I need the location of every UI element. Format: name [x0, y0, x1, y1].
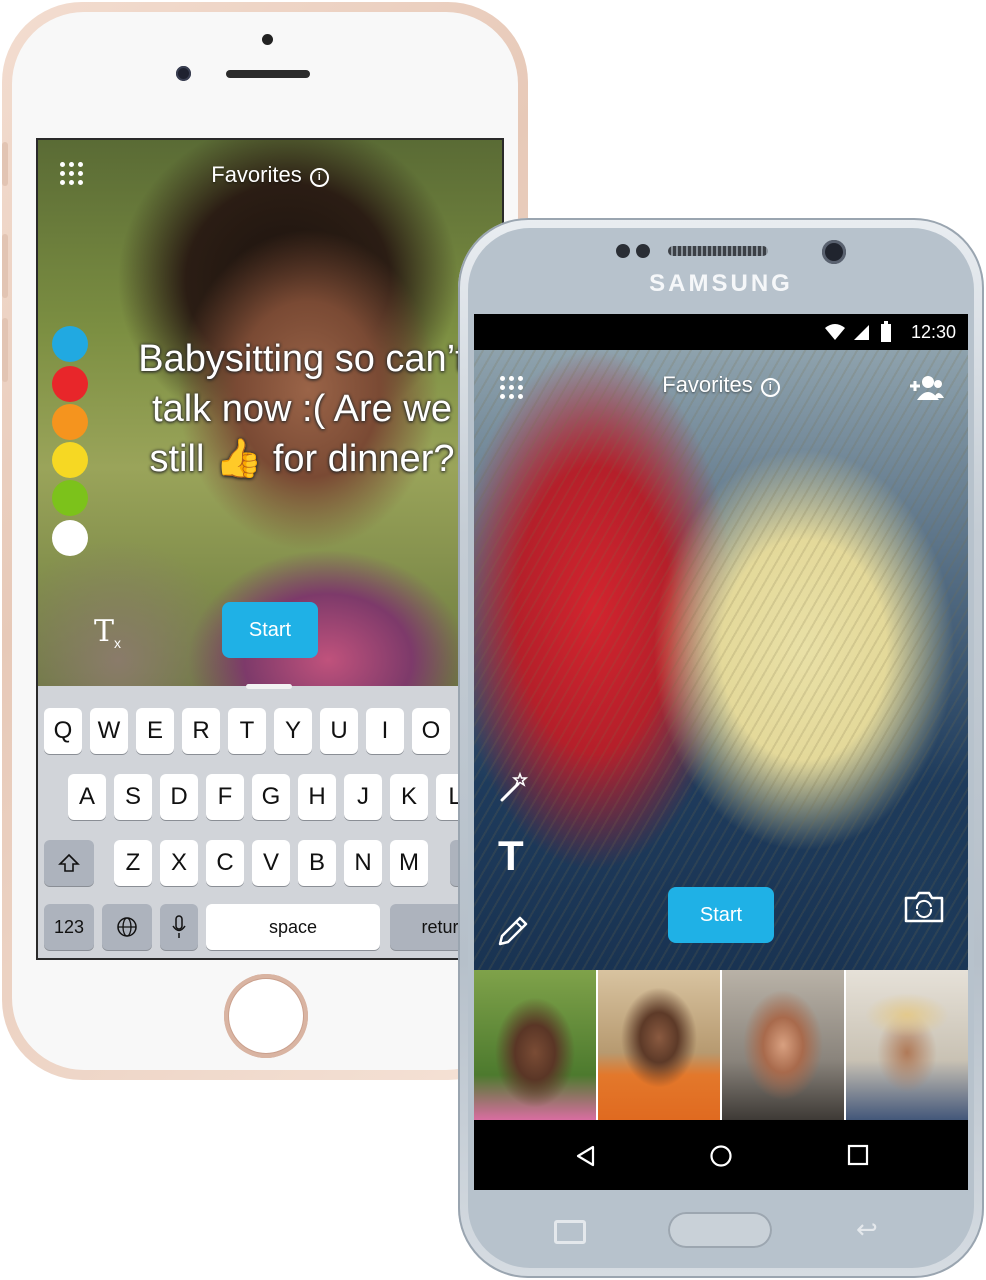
- key-v[interactable]: V: [252, 840, 290, 886]
- info-icon[interactable]: i: [309, 168, 329, 187]
- key-j[interactable]: J: [344, 774, 382, 820]
- key-m[interactable]: M: [390, 840, 428, 886]
- iphone-earpiece: [226, 70, 310, 78]
- battery-icon: [881, 321, 891, 342]
- iphone-mute-switch: [2, 142, 8, 186]
- recents-icon[interactable]: [847, 1144, 869, 1166]
- samsung-earpiece: [668, 246, 768, 256]
- iphone-volume-down: [2, 318, 8, 382]
- microphone-icon: [172, 915, 186, 938]
- key-a[interactable]: A: [68, 774, 106, 820]
- cell-signal-icon: [854, 325, 869, 340]
- key-s[interactable]: S: [114, 774, 152, 820]
- color-swatch-red[interactable]: [52, 366, 88, 402]
- page-title[interactable]: Favorites i: [474, 372, 968, 398]
- key-q[interactable]: Q: [44, 708, 82, 754]
- iphone-volume-up: [2, 234, 8, 298]
- key-d[interactable]: D: [160, 774, 198, 820]
- dictation-key[interactable]: [160, 904, 198, 950]
- samsung-sensor-2: [636, 244, 650, 258]
- samsung-home-button[interactable]: [668, 1212, 772, 1248]
- favorites-strip: [474, 970, 968, 1120]
- pencil-icon[interactable]: [496, 914, 530, 948]
- color-swatch-yellow[interactable]: [52, 442, 88, 478]
- favorites-label: Favorites: [662, 372, 753, 397]
- samsung-screen: 12:30 Favorites i T Start: [474, 314, 968, 1190]
- hardware-back-icon[interactable]: ↩: [856, 1214, 878, 1245]
- color-swatch-blue[interactable]: [52, 326, 88, 362]
- message-text[interactable]: Babysitting so can’t talk now :( Are we …: [122, 334, 482, 484]
- color-swatch-white[interactable]: [52, 520, 88, 556]
- status-bar: 12:30: [474, 314, 968, 350]
- key-h[interactable]: H: [298, 774, 336, 820]
- text-tool-icon[interactable]: T: [498, 832, 524, 880]
- info-icon[interactable]: i: [760, 378, 780, 397]
- samsung-logo: SAMSUNG: [649, 270, 793, 297]
- shift-key[interactable]: [44, 840, 94, 886]
- add-friend-icon[interactable]: [908, 374, 944, 402]
- iphone-sensor: [262, 34, 273, 45]
- key-f[interactable]: F: [206, 774, 244, 820]
- text-tool-label: T: [94, 614, 115, 649]
- keyboard-grabber[interactable]: [246, 684, 292, 689]
- back-icon[interactable]: [574, 1144, 596, 1168]
- key-n[interactable]: N: [344, 840, 382, 886]
- key-z[interactable]: Z: [114, 840, 152, 886]
- space-key[interactable]: space: [206, 904, 380, 950]
- key-r[interactable]: R: [182, 708, 220, 754]
- start-button[interactable]: Start: [222, 602, 318, 658]
- wifi-icon: [825, 324, 845, 340]
- favorites-label: Favorites: [211, 162, 302, 187]
- iphone-screen: Favorites i Babysitting so can’t talk now…: [36, 138, 504, 960]
- favorite-thumbnail-3[interactable]: [722, 970, 844, 1120]
- favorite-thumbnail-2[interactable]: [598, 970, 720, 1120]
- key-k[interactable]: K: [390, 774, 428, 820]
- status-time: 12:30: [910, 322, 956, 342]
- key-e[interactable]: E: [136, 708, 174, 754]
- key-u[interactable]: U: [320, 708, 358, 754]
- iphone-front-camera: [176, 66, 191, 81]
- hardware-recents-icon[interactable]: [554, 1220, 586, 1244]
- android-nav-bar: [474, 1120, 968, 1190]
- globe-key[interactable]: [102, 904, 152, 950]
- key-g[interactable]: G: [252, 774, 290, 820]
- key-y[interactable]: Y: [274, 708, 312, 754]
- key-w[interactable]: W: [90, 708, 128, 754]
- shift-icon: [58, 853, 80, 872]
- page-title[interactable]: Favorites i: [38, 162, 502, 188]
- iphone-device: Favorites i Babysitting so can’t talk now…: [2, 2, 528, 1080]
- favorite-thumbnail-1[interactable]: [474, 970, 596, 1120]
- magic-wand-icon[interactable]: [498, 772, 530, 804]
- color-swatch-green[interactable]: [52, 480, 88, 516]
- keyboard: Q W E R T Y U I O A S D F G H J K L Z X …: [38, 686, 502, 958]
- flip-camera-icon[interactable]: [902, 890, 946, 924]
- color-swatch-orange[interactable]: [52, 404, 88, 440]
- favorite-thumbnail-4[interactable]: [846, 970, 968, 1120]
- key-o[interactable]: O: [412, 708, 450, 754]
- filter-stripes: [474, 350, 968, 970]
- key-x[interactable]: X: [160, 840, 198, 886]
- samsung-sensor-1: [616, 244, 630, 258]
- iphone-home-button[interactable]: [224, 974, 308, 1058]
- key-b[interactable]: B: [298, 840, 336, 886]
- clear-text-formatting-icon[interactable]: Tx: [94, 614, 121, 651]
- globe-icon: [117, 917, 137, 937]
- start-button[interactable]: Start: [668, 887, 774, 943]
- text-tool-sub: x: [114, 635, 122, 651]
- key-i[interactable]: I: [366, 708, 404, 754]
- key-t[interactable]: T: [228, 708, 266, 754]
- numbers-key[interactable]: 123: [44, 904, 94, 950]
- samsung-front-camera: [822, 240, 846, 264]
- home-icon[interactable]: [709, 1144, 733, 1168]
- key-c[interactable]: C: [206, 840, 244, 886]
